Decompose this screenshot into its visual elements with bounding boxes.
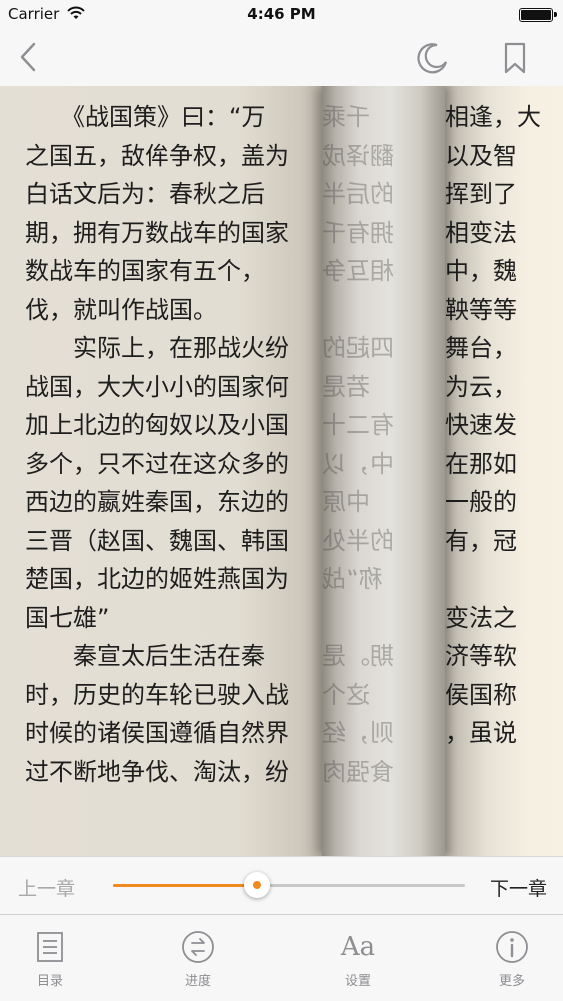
tab-progress[interactable]: 进度 bbox=[148, 915, 248, 1001]
text-line: 加上北边的匈奴以及小国 bbox=[25, 411, 289, 439]
text-line: 舞台， bbox=[445, 334, 517, 362]
text-line: 变法之 bbox=[445, 603, 517, 632]
text-line: 中原 bbox=[322, 488, 370, 516]
page-curl[interactable]: 千乘翻译成的后半拥有千相互争四起的若是有二十中，以中原的半处称“战期。是这个则，… bbox=[322, 86, 445, 856]
text-line: 挥到了 bbox=[445, 180, 517, 208]
text-line: 这个 bbox=[322, 680, 370, 709]
text-line: 之国五，敌侔争权，盖为 bbox=[25, 141, 289, 170]
text-line: 快速发 bbox=[445, 411, 517, 439]
bookmark-icon[interactable] bbox=[498, 40, 534, 76]
text-line: 拥有千 bbox=[322, 218, 394, 247]
reader-nav-bar bbox=[0, 28, 563, 86]
font-settings-icon: Aa bbox=[340, 932, 376, 962]
text-line: 期。是 bbox=[322, 642, 394, 670]
prev-chapter-button[interactable]: 上一章 bbox=[18, 874, 75, 901]
text-line: 千乘 bbox=[322, 103, 370, 131]
chevron-left-icon[interactable] bbox=[12, 38, 48, 76]
battery-icon bbox=[519, 8, 557, 22]
text-line: 侯国称 bbox=[445, 680, 517, 709]
text-line: 的后半 bbox=[322, 180, 394, 208]
text-line: 一般的 bbox=[445, 488, 517, 516]
tab-settings-label: 设置 bbox=[344, 974, 371, 989]
text-line: 中，魏 bbox=[445, 257, 517, 285]
text-line: 鞅等等 bbox=[445, 295, 517, 324]
tab-more-label: 更多 bbox=[498, 974, 525, 989]
text-line: 相逢，大 bbox=[445, 103, 541, 131]
text-line: 战国，大大小小的国家何 bbox=[25, 372, 289, 401]
text-line: 济等软 bbox=[445, 642, 517, 670]
text-line: ，虽说 bbox=[445, 719, 517, 747]
text-line: 有，冠 bbox=[445, 526, 517, 555]
text-line: 楚国，北边的姬姓燕国为 bbox=[25, 565, 289, 593]
text-line: 的半处 bbox=[322, 526, 394, 555]
text-line: 则，经 bbox=[322, 719, 394, 747]
info-icon bbox=[494, 929, 530, 965]
text-line: 相互争 bbox=[322, 257, 394, 285]
text-line bbox=[322, 599, 445, 638]
tab-progress-label: 进度 bbox=[184, 974, 211, 989]
progress-icon bbox=[180, 929, 216, 965]
progress-fill bbox=[113, 884, 258, 887]
text-line: 四起的 bbox=[322, 334, 394, 362]
text-line: 在那如 bbox=[445, 449, 517, 478]
text-line: 若是 bbox=[322, 372, 370, 401]
next-page-text: 相逢，大以及智挥到了相变法中，魏鞅等等舞台， 为云， 快速发在那如一般的有，冠变法之… bbox=[445, 98, 541, 791]
text-line: 三晋（赵国、魏国、韩国 bbox=[25, 526, 289, 555]
text-line: 西边的嬴姓秦国，东边的 bbox=[25, 488, 289, 516]
page-text: 《战国策》曰：“万 之国五，敌侔争权，盖为 白话文后为：春秋之后 期，拥有万数战车的国… bbox=[25, 98, 289, 791]
progress-slider-knob[interactable] bbox=[244, 872, 271, 898]
text-line: 以及智 bbox=[445, 141, 517, 170]
tab-toc[interactable]: 目录 bbox=[0, 915, 100, 1001]
text-line: 相变法 bbox=[445, 218, 517, 247]
text-line: 时候的诸侯国遵循自然界 bbox=[25, 719, 289, 747]
next-page[interactable]: 相逢，大以及智挥到了相变法中，魏鞅等等舞台， 为云， 快速发在那如一般的有，冠变法之… bbox=[445, 86, 563, 856]
text-line: 伐，就叫作战国。 bbox=[25, 295, 217, 324]
clock: 4:46 PM bbox=[247, 5, 316, 23]
tab-settings[interactable]: Aa 设置 bbox=[308, 915, 408, 1001]
text-line: 翻译成 bbox=[322, 141, 394, 170]
text-line: 食强肉 bbox=[322, 757, 394, 786]
text-line: 有二十 bbox=[322, 411, 394, 439]
text-line: 《战国策》曰：“万 bbox=[25, 103, 266, 131]
list-icon bbox=[32, 929, 68, 965]
reader-tab-bar: 目录 进度 Aa 设置 更多 bbox=[0, 914, 563, 1001]
progress-slider[interactable] bbox=[113, 872, 465, 898]
text-line bbox=[445, 560, 541, 599]
current-page[interactable]: 《战国策》曰：“万 之国五，敌侔争权，盖为 白话文后为：春秋之后 期，拥有万数战车的国… bbox=[0, 86, 340, 856]
tab-toc-label: 目录 bbox=[36, 974, 63, 989]
text-line: 中，以 bbox=[322, 449, 394, 478]
text-line: 期，拥有万数战车的国家 bbox=[25, 218, 289, 247]
moon-icon[interactable] bbox=[414, 40, 450, 76]
tab-more[interactable]: 更多 bbox=[462, 915, 562, 1001]
text-line: 称“战 bbox=[322, 565, 383, 593]
text-line: 时，历史的车轮已驶入战 bbox=[25, 680, 289, 709]
text-line: 实际上，在那战火纷 bbox=[25, 334, 289, 362]
text-line: 数战车的国家有五个， bbox=[25, 257, 265, 285]
chapter-progress-bar: 上一章 下一章 bbox=[0, 856, 563, 915]
text-line bbox=[322, 291, 445, 330]
text-line: 多个，只不过在这众多的 bbox=[25, 449, 289, 478]
page-back-text: 千乘翻译成的后半拥有千相互争四起的若是有二十中，以中原的半处称“战期。是这个则，… bbox=[322, 98, 445, 791]
text-line bbox=[445, 753, 541, 792]
text-line: 白话文后为：春秋之后 bbox=[25, 180, 265, 208]
reading-area[interactable]: 《战国策》曰：“万 之国五，敌侔争权，盖为 白话文后为：春秋之后 期，拥有万数战车的国… bbox=[0, 86, 563, 856]
text-line: 秦宣太后生活在秦 bbox=[25, 642, 265, 670]
text-line: 过不断地争伐、淘汰，纷 bbox=[25, 757, 289, 786]
next-chapter-button[interactable]: 下一章 bbox=[490, 874, 547, 901]
status-bar: Carrier 4:46 PM bbox=[0, 0, 563, 28]
text-line: 国七雄” bbox=[25, 603, 110, 632]
text-line: 为云， bbox=[445, 372, 517, 401]
